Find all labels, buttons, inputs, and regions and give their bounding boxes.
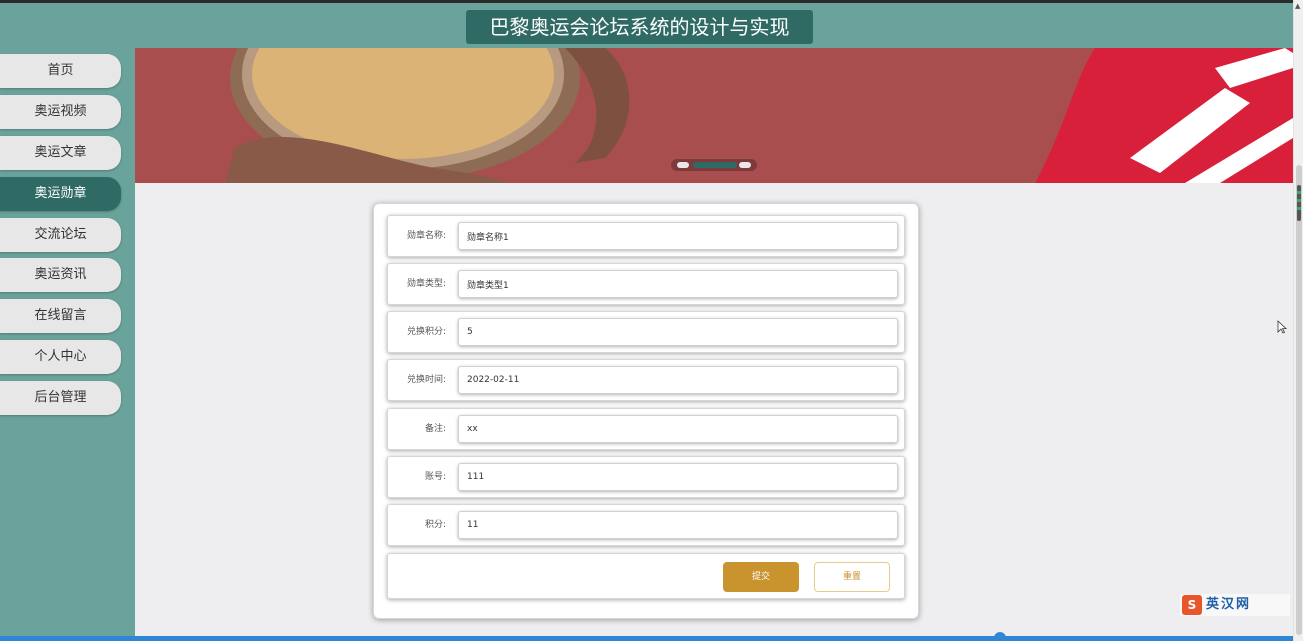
form-actions: 提交 重置 (387, 553, 905, 599)
redeem-points-input[interactable] (458, 318, 898, 346)
scrollbar-marker (1297, 185, 1301, 221)
scroll-up-arrow-icon[interactable]: ▲ (1295, 2, 1300, 10)
medal-type-label: 勋章类型: (406, 279, 446, 289)
account-input[interactable] (458, 463, 898, 491)
carousel-dot-2[interactable] (693, 162, 737, 168)
vertical-scrollbar[interactable]: ▲ (1293, 0, 1303, 641)
sidebar-item-admin[interactable]: 后台管理 (0, 381, 121, 415)
redeem-time-label: 兑换时间: (406, 375, 446, 385)
mouse-cursor-icon (1277, 320, 1287, 334)
sidebar-item-olympic-medals[interactable]: 奥运勋章 (0, 177, 121, 211)
form-row-points: 积分: (387, 504, 905, 546)
form-row-account: 账号: (387, 456, 905, 498)
carousel-dot-1[interactable] (677, 162, 689, 168)
sidebar-item-olympic-news[interactable]: 奥运资讯 (0, 258, 121, 292)
scroll-tick-mark (1297, 191, 1301, 194)
bottom-bar-handle[interactable] (994, 632, 1006, 641)
medal-name-input[interactable] (458, 222, 898, 250)
scroll-tick-mark (1297, 199, 1301, 202)
account-label: 账号: (424, 472, 446, 482)
page: 巴黎奥运会论坛系统的设计与实现 首页 奥运视频 奥运文章 奥运勋章 交流论坛 奥… (0, 0, 1303, 641)
top-header: 巴黎奥运会论坛系统的设计与实现 (0, 0, 1293, 48)
medal-type-input[interactable] (458, 270, 898, 298)
sidebar-item-home[interactable]: 首页 (0, 54, 121, 88)
submit-button[interactable]: 提交 (723, 562, 799, 592)
remarks-label: 备注: (424, 424, 446, 434)
scroll-tick-mark (1297, 207, 1301, 210)
reset-button[interactable]: 重置 (814, 562, 890, 592)
remarks-input[interactable] (458, 415, 898, 443)
watermark: S 英汉网 (1180, 594, 1290, 616)
carousel-indicators (671, 159, 757, 171)
form-row-remarks: 备注: (387, 408, 905, 450)
points-input[interactable] (458, 511, 898, 539)
watermark-logo-icon: S (1182, 595, 1202, 615)
sidebar-item-profile[interactable]: 个人中心 (0, 340, 121, 374)
bottom-progress-bar (0, 636, 1293, 641)
redeem-time-input[interactable] (458, 366, 898, 394)
form-row-medal-type: 勋章类型: (387, 263, 905, 305)
carousel-dot-3[interactable] (739, 162, 751, 168)
page-title: 巴黎奥运会论坛系统的设计与实现 (466, 10, 813, 44)
sidebar-item-olympic-videos[interactable]: 奥运视频 (0, 95, 121, 129)
form-row-redeem-time: 兑换时间: (387, 359, 905, 401)
sidebar-item-olympic-articles[interactable]: 奥运文章 (0, 136, 121, 170)
scrollbar-thumb[interactable] (1296, 165, 1302, 635)
sidebar-item-messages[interactable]: 在线留言 (0, 299, 121, 333)
form-row-redeem-points: 兑换积分: (387, 311, 905, 353)
points-label: 积分: (424, 520, 446, 530)
medal-name-label: 勋章名称: (406, 231, 446, 241)
redeem-points-label: 兑换积分: (406, 327, 446, 337)
sidebar-item-forum[interactable]: 交流论坛 (0, 218, 121, 252)
form-row-medal-name: 勋章名称: (387, 215, 905, 257)
watermark-text: 英汉网 (1206, 597, 1252, 612)
